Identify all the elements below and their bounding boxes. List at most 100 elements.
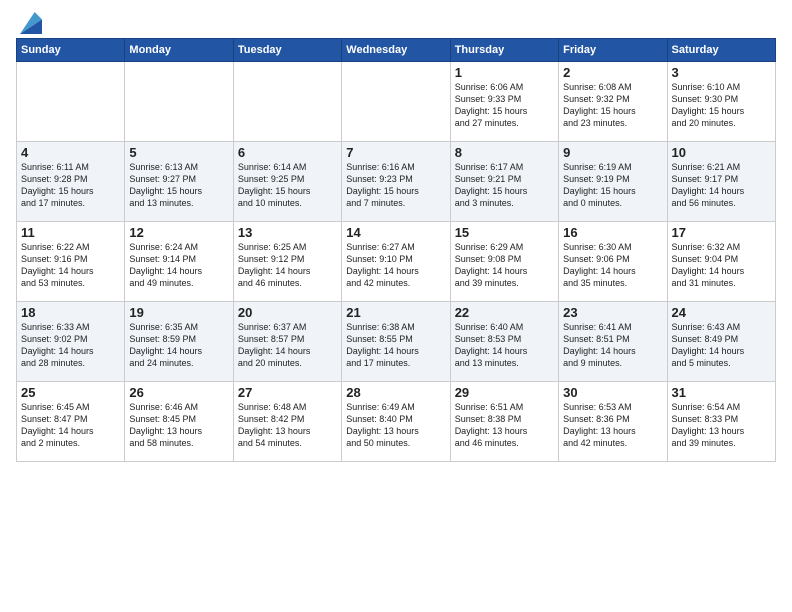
day-info: Sunrise: 6:06 AM Sunset: 9:33 PM Dayligh… — [455, 81, 554, 130]
day-info: Sunrise: 6:54 AM Sunset: 8:33 PM Dayligh… — [672, 401, 771, 450]
day-number: 16 — [563, 225, 662, 240]
col-header-friday: Friday — [559, 39, 667, 62]
day-cell: 2Sunrise: 6:08 AM Sunset: 9:32 PM Daylig… — [559, 62, 667, 142]
day-cell: 9Sunrise: 6:19 AM Sunset: 9:19 PM Daylig… — [559, 142, 667, 222]
day-cell: 12Sunrise: 6:24 AM Sunset: 9:14 PM Dayli… — [125, 222, 233, 302]
day-cell: 20Sunrise: 6:37 AM Sunset: 8:57 PM Dayli… — [233, 302, 341, 382]
day-number: 22 — [455, 305, 554, 320]
day-cell — [233, 62, 341, 142]
col-header-tuesday: Tuesday — [233, 39, 341, 62]
day-cell: 5Sunrise: 6:13 AM Sunset: 9:27 PM Daylig… — [125, 142, 233, 222]
header — [16, 12, 776, 34]
day-number: 11 — [21, 225, 120, 240]
day-cell: 4Sunrise: 6:11 AM Sunset: 9:28 PM Daylig… — [17, 142, 125, 222]
day-cell: 19Sunrise: 6:35 AM Sunset: 8:59 PM Dayli… — [125, 302, 233, 382]
day-number: 15 — [455, 225, 554, 240]
day-number: 24 — [672, 305, 771, 320]
day-number: 26 — [129, 385, 228, 400]
day-info: Sunrise: 6:32 AM Sunset: 9:04 PM Dayligh… — [672, 241, 771, 290]
day-cell: 31Sunrise: 6:54 AM Sunset: 8:33 PM Dayli… — [667, 382, 775, 462]
day-cell: 16Sunrise: 6:30 AM Sunset: 9:06 PM Dayli… — [559, 222, 667, 302]
day-number: 5 — [129, 145, 228, 160]
day-cell: 30Sunrise: 6:53 AM Sunset: 8:36 PM Dayli… — [559, 382, 667, 462]
week-row-3: 11Sunrise: 6:22 AM Sunset: 9:16 PM Dayli… — [17, 222, 776, 302]
day-info: Sunrise: 6:17 AM Sunset: 9:21 PM Dayligh… — [455, 161, 554, 210]
day-cell: 7Sunrise: 6:16 AM Sunset: 9:23 PM Daylig… — [342, 142, 450, 222]
calendar-header: SundayMondayTuesdayWednesdayThursdayFrid… — [17, 39, 776, 62]
day-info: Sunrise: 6:33 AM Sunset: 9:02 PM Dayligh… — [21, 321, 120, 370]
logo — [16, 12, 42, 34]
day-cell: 10Sunrise: 6:21 AM Sunset: 9:17 PM Dayli… — [667, 142, 775, 222]
header-row: SundayMondayTuesdayWednesdayThursdayFrid… — [17, 39, 776, 62]
day-info: Sunrise: 6:24 AM Sunset: 9:14 PM Dayligh… — [129, 241, 228, 290]
day-info: Sunrise: 6:22 AM Sunset: 9:16 PM Dayligh… — [21, 241, 120, 290]
day-number: 4 — [21, 145, 120, 160]
day-info: Sunrise: 6:49 AM Sunset: 8:40 PM Dayligh… — [346, 401, 445, 450]
page: SundayMondayTuesdayWednesdayThursdayFrid… — [0, 0, 792, 470]
day-cell: 28Sunrise: 6:49 AM Sunset: 8:40 PM Dayli… — [342, 382, 450, 462]
day-number: 18 — [21, 305, 120, 320]
day-number: 17 — [672, 225, 771, 240]
day-number: 28 — [346, 385, 445, 400]
day-info: Sunrise: 6:19 AM Sunset: 9:19 PM Dayligh… — [563, 161, 662, 210]
day-cell: 8Sunrise: 6:17 AM Sunset: 9:21 PM Daylig… — [450, 142, 558, 222]
day-cell: 21Sunrise: 6:38 AM Sunset: 8:55 PM Dayli… — [342, 302, 450, 382]
logo-icon — [20, 12, 42, 34]
col-header-thursday: Thursday — [450, 39, 558, 62]
day-info: Sunrise: 6:48 AM Sunset: 8:42 PM Dayligh… — [238, 401, 337, 450]
day-info: Sunrise: 6:10 AM Sunset: 9:30 PM Dayligh… — [672, 81, 771, 130]
day-cell: 6Sunrise: 6:14 AM Sunset: 9:25 PM Daylig… — [233, 142, 341, 222]
day-cell: 14Sunrise: 6:27 AM Sunset: 9:10 PM Dayli… — [342, 222, 450, 302]
day-cell — [342, 62, 450, 142]
day-number: 1 — [455, 65, 554, 80]
day-info: Sunrise: 6:45 AM Sunset: 8:47 PM Dayligh… — [21, 401, 120, 450]
day-info: Sunrise: 6:51 AM Sunset: 8:38 PM Dayligh… — [455, 401, 554, 450]
day-info: Sunrise: 6:11 AM Sunset: 9:28 PM Dayligh… — [21, 161, 120, 210]
day-number: 2 — [563, 65, 662, 80]
day-number: 30 — [563, 385, 662, 400]
day-number: 12 — [129, 225, 228, 240]
day-number: 13 — [238, 225, 337, 240]
day-info: Sunrise: 6:13 AM Sunset: 9:27 PM Dayligh… — [129, 161, 228, 210]
day-cell: 22Sunrise: 6:40 AM Sunset: 8:53 PM Dayli… — [450, 302, 558, 382]
day-number: 31 — [672, 385, 771, 400]
day-info: Sunrise: 6:30 AM Sunset: 9:06 PM Dayligh… — [563, 241, 662, 290]
day-number: 7 — [346, 145, 445, 160]
day-number: 10 — [672, 145, 771, 160]
day-info: Sunrise: 6:38 AM Sunset: 8:55 PM Dayligh… — [346, 321, 445, 370]
day-number: 27 — [238, 385, 337, 400]
day-info: Sunrise: 6:35 AM Sunset: 8:59 PM Dayligh… — [129, 321, 228, 370]
day-cell: 27Sunrise: 6:48 AM Sunset: 8:42 PM Dayli… — [233, 382, 341, 462]
day-cell: 1Sunrise: 6:06 AM Sunset: 9:33 PM Daylig… — [450, 62, 558, 142]
day-info: Sunrise: 6:37 AM Sunset: 8:57 PM Dayligh… — [238, 321, 337, 370]
day-info: Sunrise: 6:46 AM Sunset: 8:45 PM Dayligh… — [129, 401, 228, 450]
day-info: Sunrise: 6:29 AM Sunset: 9:08 PM Dayligh… — [455, 241, 554, 290]
week-row-1: 1Sunrise: 6:06 AM Sunset: 9:33 PM Daylig… — [17, 62, 776, 142]
day-number: 6 — [238, 145, 337, 160]
day-info: Sunrise: 6:53 AM Sunset: 8:36 PM Dayligh… — [563, 401, 662, 450]
day-number: 8 — [455, 145, 554, 160]
day-cell: 25Sunrise: 6:45 AM Sunset: 8:47 PM Dayli… — [17, 382, 125, 462]
day-number: 25 — [21, 385, 120, 400]
day-info: Sunrise: 6:14 AM Sunset: 9:25 PM Dayligh… — [238, 161, 337, 210]
week-row-4: 18Sunrise: 6:33 AM Sunset: 9:02 PM Dayli… — [17, 302, 776, 382]
col-header-wednesday: Wednesday — [342, 39, 450, 62]
day-cell: 24Sunrise: 6:43 AM Sunset: 8:49 PM Dayli… — [667, 302, 775, 382]
day-cell: 23Sunrise: 6:41 AM Sunset: 8:51 PM Dayli… — [559, 302, 667, 382]
day-number: 21 — [346, 305, 445, 320]
day-number: 29 — [455, 385, 554, 400]
col-header-saturday: Saturday — [667, 39, 775, 62]
day-number: 14 — [346, 225, 445, 240]
day-info: Sunrise: 6:21 AM Sunset: 9:17 PM Dayligh… — [672, 161, 771, 210]
day-info: Sunrise: 6:43 AM Sunset: 8:49 PM Dayligh… — [672, 321, 771, 370]
day-cell: 17Sunrise: 6:32 AM Sunset: 9:04 PM Dayli… — [667, 222, 775, 302]
day-cell: 15Sunrise: 6:29 AM Sunset: 9:08 PM Dayli… — [450, 222, 558, 302]
day-number: 19 — [129, 305, 228, 320]
day-cell: 29Sunrise: 6:51 AM Sunset: 8:38 PM Dayli… — [450, 382, 558, 462]
week-row-2: 4Sunrise: 6:11 AM Sunset: 9:28 PM Daylig… — [17, 142, 776, 222]
col-header-monday: Monday — [125, 39, 233, 62]
day-cell: 3Sunrise: 6:10 AM Sunset: 9:30 PM Daylig… — [667, 62, 775, 142]
day-number: 3 — [672, 65, 771, 80]
week-row-5: 25Sunrise: 6:45 AM Sunset: 8:47 PM Dayli… — [17, 382, 776, 462]
day-info: Sunrise: 6:41 AM Sunset: 8:51 PM Dayligh… — [563, 321, 662, 370]
